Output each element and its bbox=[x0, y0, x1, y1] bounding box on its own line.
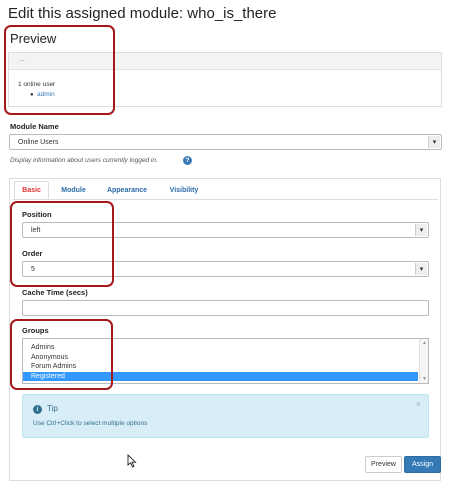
tab-appearance[interactable]: Appearance bbox=[97, 181, 157, 199]
groups-scrollbar[interactable]: ▲ ▼ bbox=[419, 339, 428, 383]
annotation-box-preview bbox=[4, 25, 115, 115]
preview-button[interactable]: Preview bbox=[365, 456, 402, 473]
tab-visibility[interactable]: Visibility bbox=[160, 181, 208, 199]
tab-divider bbox=[12, 199, 438, 200]
cache-time-label: Cache Time (secs) bbox=[22, 288, 88, 297]
tab-module[interactable]: Module bbox=[53, 181, 94, 199]
module-name-value: Online Users bbox=[18, 139, 59, 146]
tip-text: Use Ctrl+Click to select multiple option… bbox=[33, 420, 148, 427]
tip-title: Tip bbox=[47, 404, 58, 413]
scroll-up-icon[interactable]: ▲ bbox=[420, 340, 428, 346]
page-title: Edit this assigned module: who_is_there bbox=[8, 5, 277, 22]
cache-time-input[interactable] bbox=[22, 300, 429, 316]
mouse-pointer-icon bbox=[127, 454, 137, 468]
close-icon[interactable]: × bbox=[416, 400, 421, 409]
annotation-box-groups bbox=[10, 319, 113, 390]
module-name-select[interactable]: Online Users ▾ bbox=[9, 134, 442, 150]
annotation-box-position-order bbox=[10, 201, 114, 287]
help-icon[interactable]: ? bbox=[183, 156, 192, 165]
scroll-down-icon[interactable]: ▼ bbox=[420, 376, 428, 382]
info-icon: i bbox=[33, 405, 42, 414]
module-description: Display information about users currentl… bbox=[10, 157, 158, 164]
chevron-down-icon[interactable]: ▾ bbox=[415, 263, 427, 275]
chevron-down-icon[interactable]: ▾ bbox=[428, 136, 440, 148]
tab-basic[interactable]: Basic bbox=[14, 181, 49, 199]
chevron-down-icon[interactable]: ▾ bbox=[415, 224, 427, 236]
assign-button[interactable]: Assign bbox=[404, 456, 441, 473]
module-name-label: Module Name bbox=[10, 122, 59, 131]
tip-alert: i Tip × Use Ctrl+Click to select multipl… bbox=[22, 394, 429, 438]
